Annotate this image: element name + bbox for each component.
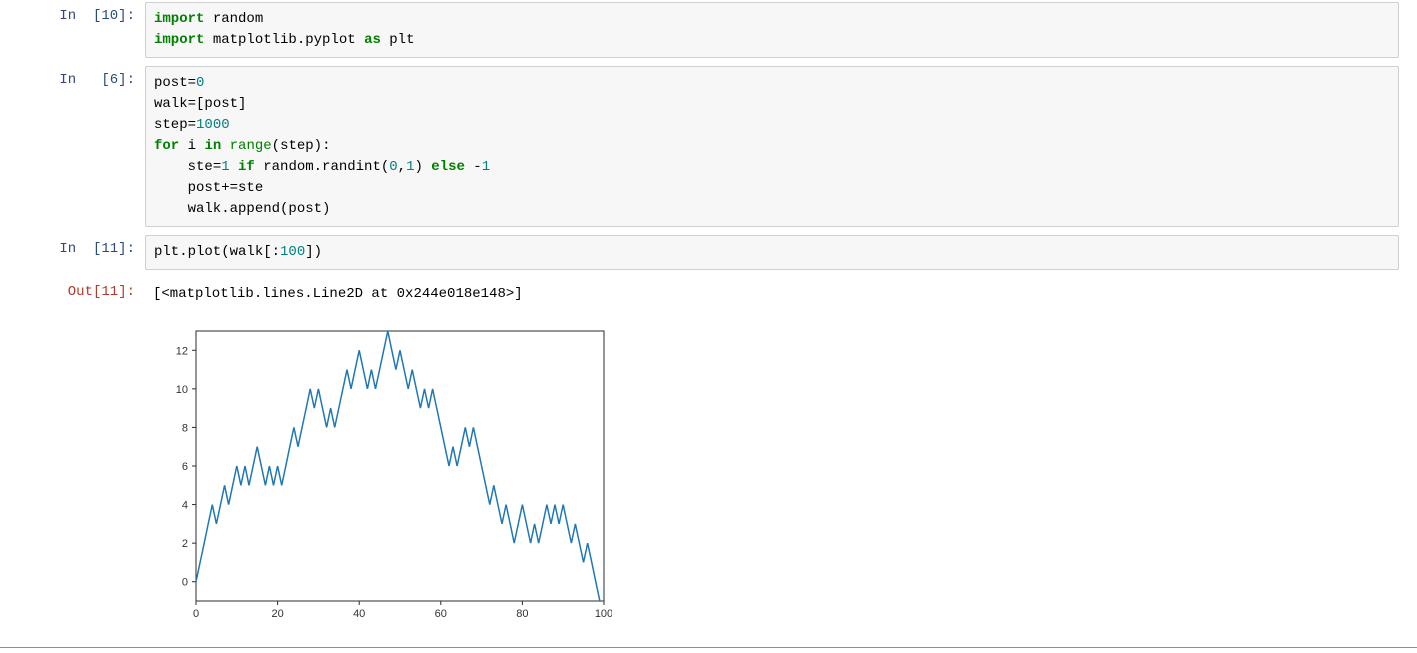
code-text: = <box>188 96 196 112</box>
svg-text:8: 8 <box>182 422 188 434</box>
code-text: walk.append(post) <box>154 201 330 217</box>
code-text: step <box>154 117 188 133</box>
code-text: ste <box>154 159 213 175</box>
code-input[interactable]: plt.plot(walk[:100]) <box>145 235 1399 270</box>
code-text: ) <box>414 159 431 175</box>
divider <box>0 647 1417 648</box>
code-text: random.randint( <box>255 159 389 175</box>
code-number: 0 <box>389 159 397 175</box>
code-input[interactable]: post=0 walk=[post] step=1000 for i in ra… <box>145 66 1399 227</box>
code-text: += <box>221 180 238 196</box>
svg-text:2: 2 <box>182 538 188 550</box>
in-prompt: In [6]: <box>0 66 145 227</box>
in-prompt: In [11]: <box>0 235 145 270</box>
code-text <box>221 138 229 154</box>
kw-import: import <box>154 11 204 27</box>
code-text: plt <box>381 32 415 48</box>
code-number: 100 <box>280 244 305 260</box>
output-cell: Out[11]: [<matplotlib.lines.Line2D at 0x… <box>0 278 1417 311</box>
kw-import: import <box>154 32 204 48</box>
svg-text:10: 10 <box>176 384 188 396</box>
code-text: (step): <box>272 138 331 154</box>
plot-output: 0 20 40 60 80 100 0 2 4 6 8 10 12 <box>0 311 1417 629</box>
svg-text:100: 100 <box>595 608 612 620</box>
kw-if: if <box>238 159 255 175</box>
output-text: [<matplotlib.lines.Line2D at 0x244e018e1… <box>145 278 1417 311</box>
kw-else: else <box>431 159 465 175</box>
code-text: , <box>398 159 406 175</box>
code-text: walk <box>154 96 188 112</box>
builtin-range: range <box>230 138 272 154</box>
code-text: post <box>154 75 188 91</box>
line-chart: 0 20 40 60 80 100 0 2 4 6 8 10 12 <box>152 319 612 629</box>
code-text: plt.plot(walk[: <box>154 244 280 260</box>
kw-for: for <box>154 138 179 154</box>
in-prompt: In [10]: <box>0 2 145 58</box>
svg-text:20: 20 <box>271 608 283 620</box>
svg-text:40: 40 <box>353 608 365 620</box>
out-prompt: Out[11]: <box>0 278 145 311</box>
code-text: post <box>154 180 221 196</box>
code-cell: In [6]: post=0 walk=[post] step=1000 for… <box>0 66 1417 227</box>
svg-text:12: 12 <box>176 345 188 357</box>
svg-text:60: 60 <box>435 608 447 620</box>
svg-text:0: 0 <box>193 608 199 620</box>
code-number: 1000 <box>196 117 230 133</box>
code-cell: In [11]: plt.plot(walk[:100]) <box>0 235 1417 270</box>
svg-text:80: 80 <box>516 608 528 620</box>
code-cell: In [10]: import random import matplotlib… <box>0 2 1417 58</box>
code-text: = <box>188 75 196 91</box>
code-number: 1 <box>482 159 490 175</box>
code-text: = <box>188 117 196 133</box>
code-text: matplotlib.pyplot <box>204 32 364 48</box>
kw-in: in <box>204 138 221 154</box>
code-number: 1 <box>221 159 229 175</box>
code-text: = <box>213 159 221 175</box>
svg-text:6: 6 <box>182 461 188 473</box>
code-number: 0 <box>196 75 204 91</box>
code-text: [post] <box>196 96 246 112</box>
code-text <box>230 159 238 175</box>
code-text: random <box>204 11 263 27</box>
code-text: ]) <box>305 244 322 260</box>
kw-as: as <box>364 32 381 48</box>
code-text: - <box>465 159 482 175</box>
code-text: i <box>179 138 204 154</box>
code-input[interactable]: import random import matplotlib.pyplot a… <box>145 2 1399 58</box>
svg-text:4: 4 <box>182 500 188 512</box>
svg-text:0: 0 <box>182 577 188 589</box>
code-text: ste <box>238 180 263 196</box>
